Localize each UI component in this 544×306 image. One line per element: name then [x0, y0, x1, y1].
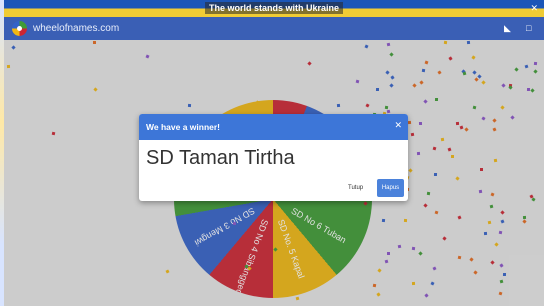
banner-text: The world stands with Ukraine — [204, 2, 344, 14]
winner-dialog: We have a winner! ✕ SD Taman Tirtha Tutu… — [139, 114, 408, 201]
folder-icon[interactable]: ◣ — [504, 17, 511, 40]
winner-name: SD Taman Tirtha — [146, 147, 295, 169]
dialog-title: We have a winner! — [146, 122, 221, 132]
fullscreen-icon[interactable]: □ — [526, 17, 531, 40]
screen: The world stands with Ukraine ✕ wheelofn… — [0, 0, 544, 306]
close-button[interactable]: Tutup — [348, 182, 363, 194]
dialog-header: We have a winner! ✕ — [139, 114, 408, 140]
close-icon[interactable]: ✕ — [394, 114, 402, 136]
close-icon[interactable]: ✕ — [530, 0, 538, 17]
app-title[interactable]: wheelofnames.com — [33, 17, 119, 40]
desktop-edge — [0, 0, 4, 306]
logo-icon[interactable] — [12, 21, 27, 36]
ukraine-banner: The world stands with Ukraine ✕ — [4, 0, 544, 17]
remove-button[interactable]: Hapus — [377, 179, 404, 197]
app-bar: wheelofnames.com ◣ □ — [4, 17, 544, 40]
